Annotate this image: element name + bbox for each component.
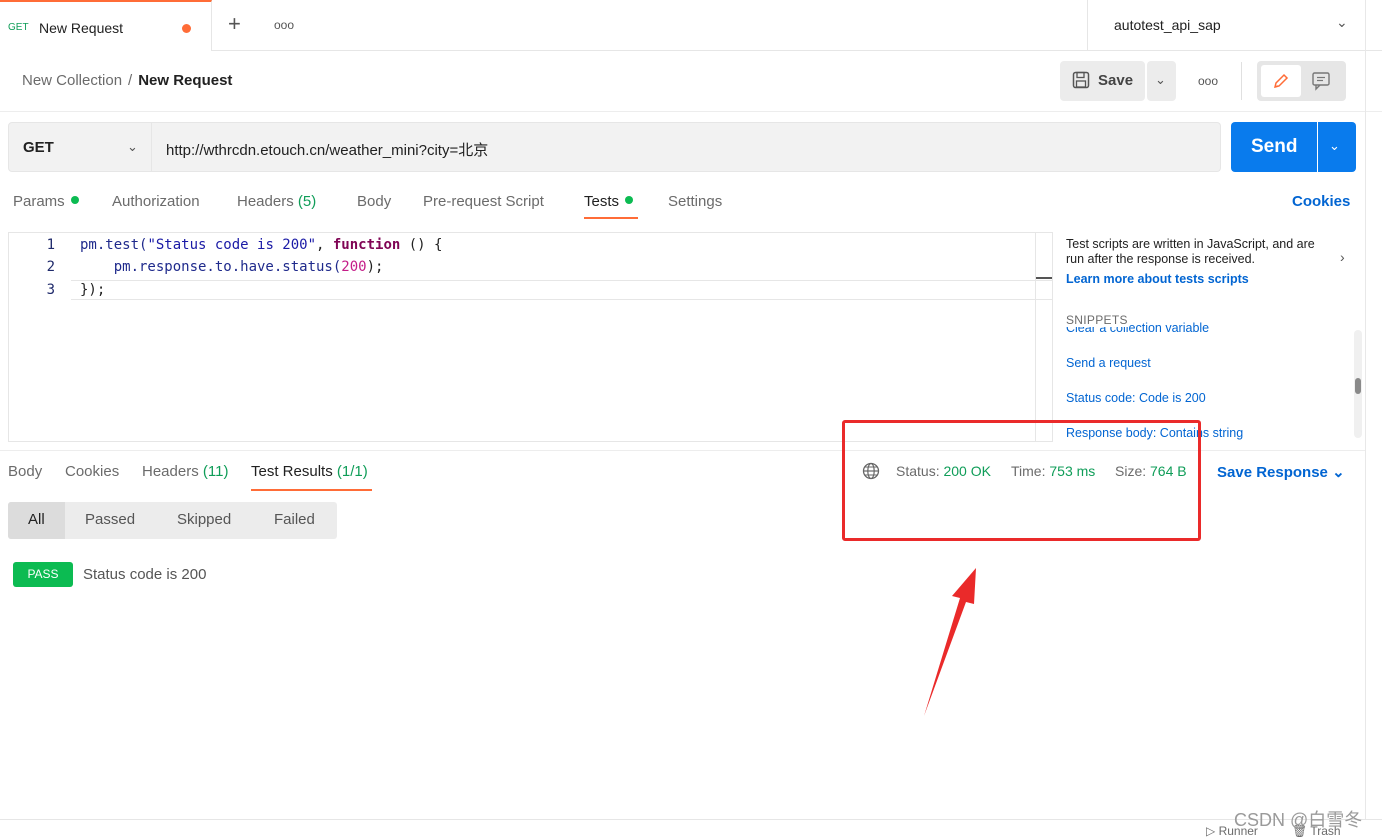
tab-label: Tests <box>584 193 620 210</box>
filter-passed[interactable]: Passed <box>85 511 135 528</box>
save-button[interactable]: Save <box>1060 61 1145 101</box>
code-line: pm.response.to.have.status(200); <box>80 259 384 275</box>
save-label: Save <box>1098 72 1134 89</box>
tab-label: Headers <box>237 193 294 210</box>
result-filters: All Passed Skipped Failed <box>8 502 337 539</box>
side-panel-description: Test scripts are written in JavaScript, … <box>1066 237 1315 266</box>
chevron-down-icon: ⌄ <box>1332 464 1345 481</box>
current-line-highlight <box>71 280 1053 300</box>
pencil-icon <box>1273 73 1289 89</box>
snippet-link[interactable]: Send a request <box>1066 356 1151 370</box>
tab-label: Headers <box>142 463 199 480</box>
line-number: 3 <box>46 282 55 298</box>
tab-bar: GET New Request + ooo autotest_api_sap ⌄ <box>0 0 1382 51</box>
tab-settings[interactable]: Settings <box>668 193 722 210</box>
breadcrumb-request[interactable]: New Request <box>138 72 232 89</box>
editor-scrollbar[interactable] <box>1035 233 1036 441</box>
environment-selector[interactable]: autotest_api_sap ⌄ <box>1087 0 1382 51</box>
tab-body[interactable]: Body <box>357 193 391 210</box>
breadcrumb-collection[interactable]: New Collection <box>22 72 122 89</box>
tab-authorization[interactable]: Authorization <box>112 193 200 210</box>
tests-editor[interactable]: 1 2 3 pm.test("Status code is 200", func… <box>8 232 1053 442</box>
line-number: 1 <box>46 237 55 253</box>
tab-count: (1/1) <box>336 463 368 480</box>
request-tab[interactable]: GET New Request <box>0 0 212 51</box>
url-value: http://wthrcdn.etouch.cn/weather_mini?ci… <box>166 142 489 159</box>
snippet-link[interactable]: Status code: Code is 200 <box>1066 391 1206 405</box>
chevron-down-icon: ⌄ <box>1336 14 1348 30</box>
breadcrumb: New Collection / New Request <box>22 72 232 89</box>
tab-test-results[interactable]: Test Results (1/1) <box>251 463 368 480</box>
watermark: CSDN @白雪冬 <box>1234 810 1363 830</box>
comment-icon[interactable] <box>1311 71 1331 91</box>
tab-label: Params <box>13 193 65 210</box>
save-icon <box>1072 71 1090 89</box>
tab-label: Settings <box>668 193 723 210</box>
method-value: GET <box>23 139 54 156</box>
code-line: }); <box>80 282 106 298</box>
code-line: pm.test("Status code is 200", function (… <box>80 237 443 253</box>
cookies-link[interactable]: Cookies <box>1292 193 1350 210</box>
tab-headers[interactable]: Headers (5) <box>237 193 316 210</box>
tab-title: New Request <box>39 20 124 36</box>
chevron-down-icon: ⌄ <box>127 139 138 154</box>
scroll-marker <box>1036 277 1052 279</box>
tab-label: Body <box>8 463 43 480</box>
chevron-down-icon: ⌄ <box>1329 138 1340 153</box>
divider <box>1241 62 1242 100</box>
send-label: Send <box>1251 136 1298 157</box>
active-tab-indicator <box>251 489 372 491</box>
active-tab-indicator <box>584 217 638 219</box>
status-bar: ▷ Runner 🗑 Trash <box>0 819 1382 838</box>
active-dot-icon <box>70 196 79 204</box>
save-response-button[interactable]: Save Response ⌄ <box>1217 463 1345 481</box>
line-number: 2 <box>46 259 55 275</box>
test-result-name: Status code is 200 <box>83 566 207 583</box>
pass-badge: PASS <box>13 562 73 587</box>
tab-params[interactable]: Params <box>13 193 79 210</box>
breadcrumb-separator: / <box>128 72 133 89</box>
tab-label: Test Results <box>251 463 333 480</box>
tab-count: (5) <box>297 193 317 210</box>
tab-count: (11) <box>202 463 229 480</box>
unsaved-dot-icon <box>182 24 191 33</box>
view-toggle <box>1257 61 1346 101</box>
url-input[interactable]: http://wthrcdn.etouch.cn/weather_mini?ci… <box>152 122 1221 172</box>
divider <box>0 111 1382 112</box>
filter-all[interactable]: All <box>8 502 65 539</box>
send-options-button[interactable]: ⌄ <box>1318 122 1356 172</box>
active-dot-icon <box>625 196 634 204</box>
new-tab-button[interactable]: + <box>228 12 241 36</box>
tab-pre-request-script[interactable]: Pre-request Script <box>423 193 544 210</box>
tab-label: Authorization <box>112 193 200 210</box>
learn-more-link[interactable]: Learn more about tests scripts <box>1066 272 1249 286</box>
tab-response-body[interactable]: Body <box>8 463 42 480</box>
edit-view-button[interactable] <box>1261 65 1301 97</box>
snippets-title: SNIPPETS <box>1066 313 1128 327</box>
environment-name: autotest_api_sap <box>1114 17 1221 33</box>
tab-method: GET <box>8 22 29 33</box>
more-options-icon[interactable]: ooo <box>1198 74 1218 88</box>
filter-skipped[interactable]: Skipped <box>177 511 231 528</box>
tab-label: Cookies <box>65 463 120 480</box>
tab-response-headers[interactable]: Headers (11) <box>142 463 228 480</box>
tab-more-icon[interactable]: ooo <box>274 18 294 32</box>
filter-failed[interactable]: Failed <box>274 511 315 528</box>
method-select[interactable]: GET ⌄ <box>8 122 152 172</box>
tab-response-cookies[interactable]: Cookies <box>65 463 119 480</box>
scrollbar-thumb[interactable] <box>1355 378 1361 394</box>
annotation-highlight-box <box>842 420 1201 541</box>
send-button[interactable]: Send <box>1231 122 1317 172</box>
save-options-button[interactable]: ⌄ <box>1147 61 1176 101</box>
tab-label: Pre-request Script <box>423 193 544 210</box>
chevron-right-icon[interactable]: › <box>1340 249 1345 265</box>
window-scrollbar[interactable] <box>1365 0 1366 835</box>
tab-tests[interactable]: Tests <box>584 193 634 210</box>
chevron-down-icon: ⌄ <box>1155 72 1166 87</box>
tab-label: Body <box>357 193 392 210</box>
